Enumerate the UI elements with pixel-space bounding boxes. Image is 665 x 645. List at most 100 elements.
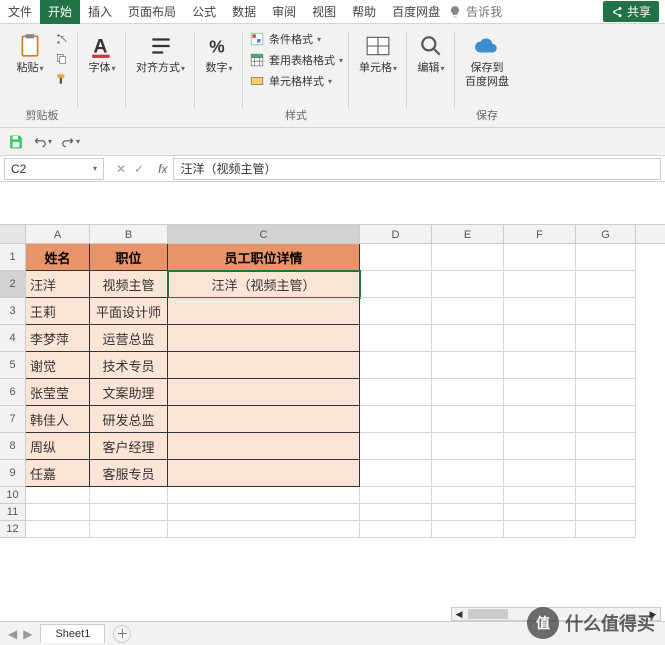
cell-G7[interactable] — [576, 406, 636, 433]
cell-F4[interactable] — [504, 325, 576, 352]
col-header-G[interactable]: G — [576, 225, 636, 243]
cell-E12[interactable] — [432, 521, 504, 538]
cell-B5[interactable]: 技术专员 — [90, 352, 168, 379]
cell-G1[interactable] — [576, 244, 636, 271]
cell-F5[interactable] — [504, 352, 576, 379]
cell-D8[interactable] — [360, 433, 432, 460]
menu-tab-3[interactable]: 页面布局 — [120, 0, 184, 24]
cell-C3[interactable] — [168, 298, 360, 325]
cell-B4[interactable]: 运营总监 — [90, 325, 168, 352]
name-box[interactable]: C2 ▾ — [4, 158, 104, 180]
cell-D4[interactable] — [360, 325, 432, 352]
row-header-11[interactable]: 11 — [0, 504, 26, 521]
cell-B8[interactable]: 客户经理 — [90, 433, 168, 460]
row-header-6[interactable]: 6 — [0, 379, 26, 406]
menu-tab-0[interactable]: 文件 — [0, 0, 40, 24]
add-sheet-button[interactable]: ＋ — [113, 625, 131, 643]
paste-button[interactable]: 粘贴▾ — [12, 30, 48, 77]
cell-A3[interactable]: 王莉 — [26, 298, 90, 325]
cell-B11[interactable] — [90, 504, 168, 521]
cell-C8[interactable] — [168, 433, 360, 460]
cell-D6[interactable] — [360, 379, 432, 406]
font-button[interactable]: A 字体▾ — [84, 30, 120, 77]
cell-D2[interactable] — [360, 271, 432, 298]
editing-button[interactable]: 编辑▾ — [413, 30, 449, 77]
cell-G10[interactable] — [576, 487, 636, 504]
row-header-4[interactable]: 4 — [0, 325, 26, 352]
cell-G2[interactable] — [576, 271, 636, 298]
cell-D3[interactable] — [360, 298, 432, 325]
cell-E1[interactable] — [432, 244, 504, 271]
cell-B7[interactable]: 研发总监 — [90, 406, 168, 433]
row-header-5[interactable]: 5 — [0, 352, 26, 379]
cell-A9[interactable]: 任嘉 — [26, 460, 90, 487]
cell-G11[interactable] — [576, 504, 636, 521]
number-button[interactable]: % 数字▾ — [201, 30, 237, 77]
cell-C11[interactable] — [168, 504, 360, 521]
cell-F7[interactable] — [504, 406, 576, 433]
menu-tab-2[interactable]: 插入 — [80, 0, 120, 24]
cell-G12[interactable] — [576, 521, 636, 538]
redo-button[interactable]: ▾ — [60, 135, 80, 149]
cell-C2[interactable]: 汪洋（视频主管） — [168, 271, 360, 298]
alignment-button[interactable]: 对齐方式▾ — [132, 30, 189, 77]
cell-A7[interactable]: 韩佳人 — [26, 406, 90, 433]
cell-C9[interactable] — [168, 460, 360, 487]
menu-tab-7[interactable]: 视图 — [304, 0, 344, 24]
cell-C12[interactable] — [168, 521, 360, 538]
cell-B6[interactable]: 文案助理 — [90, 379, 168, 406]
save-button[interactable] — [8, 134, 24, 150]
table-format-button[interactable]: 套用表格格式▾ — [249, 51, 343, 69]
conditional-format-button[interactable]: 条件格式▾ — [249, 30, 343, 48]
row-header-10[interactable]: 10 — [0, 487, 26, 504]
cell-B3[interactable]: 平面设计师 — [90, 298, 168, 325]
fx-icon[interactable]: fx — [158, 162, 167, 176]
row-header-8[interactable]: 8 — [0, 433, 26, 460]
cell-A1[interactable]: 姓名 — [26, 244, 90, 271]
scroll-right-button[interactable]: ▶ — [646, 609, 660, 620]
cell-E8[interactable] — [432, 433, 504, 460]
scroll-thumb[interactable] — [468, 609, 508, 619]
col-header-A[interactable]: A — [26, 225, 90, 243]
cell-G6[interactable] — [576, 379, 636, 406]
cell-G5[interactable] — [576, 352, 636, 379]
cell-B1[interactable]: 职位 — [90, 244, 168, 271]
accept-formula-button[interactable]: ✓ — [134, 162, 144, 176]
cell-D7[interactable] — [360, 406, 432, 433]
tell-me[interactable]: 告诉我 — [448, 3, 502, 20]
scroll-left-button[interactable]: ◀ — [452, 609, 466, 620]
col-header-E[interactable]: E — [432, 225, 504, 243]
col-header-F[interactable]: F — [504, 225, 576, 243]
cell-D10[interactable] — [360, 487, 432, 504]
cell-E2[interactable] — [432, 271, 504, 298]
cut-button[interactable] — [52, 30, 72, 48]
cell-C5[interactable] — [168, 352, 360, 379]
cancel-formula-button[interactable]: ✕ — [116, 162, 126, 176]
format-painter-button[interactable] — [52, 70, 72, 88]
cell-B2[interactable]: 视频主管 — [90, 271, 168, 298]
cell-F6[interactable] — [504, 379, 576, 406]
menu-tab-9[interactable]: 百度网盘 — [384, 0, 448, 24]
cells-button[interactable]: 单元格▾ — [355, 30, 401, 77]
cell-F12[interactable] — [504, 521, 576, 538]
cell-G9[interactable] — [576, 460, 636, 487]
cell-A5[interactable]: 谢觉 — [26, 352, 90, 379]
menu-tab-4[interactable]: 公式 — [184, 0, 224, 24]
menu-tab-6[interactable]: 审阅 — [264, 0, 304, 24]
cell-G3[interactable] — [576, 298, 636, 325]
horizontal-scrollbar[interactable]: ◀ ▶ — [451, 607, 661, 621]
cell-F3[interactable] — [504, 298, 576, 325]
row-header-12[interactable]: 12 — [0, 521, 26, 538]
col-header-D[interactable]: D — [360, 225, 432, 243]
cell-F8[interactable] — [504, 433, 576, 460]
cell-F9[interactable] — [504, 460, 576, 487]
cell-F2[interactable] — [504, 271, 576, 298]
cell-D1[interactable] — [360, 244, 432, 271]
cell-D5[interactable] — [360, 352, 432, 379]
row-header-2[interactable]: 2 — [0, 271, 26, 298]
save-cloud-button[interactable]: 保存到百度网盘 — [461, 30, 513, 91]
cell-G4[interactable] — [576, 325, 636, 352]
cell-G8[interactable] — [576, 433, 636, 460]
cell-C10[interactable] — [168, 487, 360, 504]
cell-E11[interactable] — [432, 504, 504, 521]
